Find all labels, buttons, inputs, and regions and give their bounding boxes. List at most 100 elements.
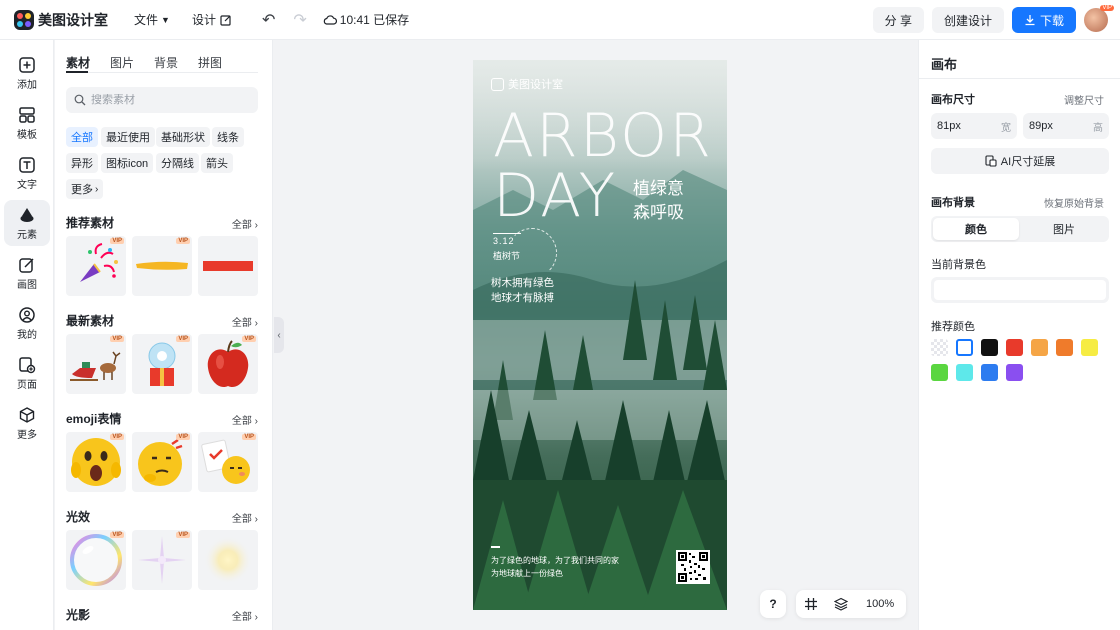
chip-basic-shapes[interactable]: 基础形状: [156, 127, 210, 147]
rail-item-mine[interactable]: 我的: [4, 300, 50, 346]
chip-arrows[interactable]: 箭头: [201, 153, 233, 173]
plus-square-icon: [19, 56, 35, 73]
rail-label: 添加: [17, 79, 37, 91]
restore-bg-link[interactable]: 恢复原始背景: [1044, 195, 1104, 210]
chip-irregular[interactable]: 异形: [66, 153, 98, 173]
poster-title-arbor[interactable]: ARBOR: [493, 106, 713, 166]
tab-collage[interactable]: 拼图: [198, 54, 222, 71]
search-box[interactable]: [66, 87, 258, 113]
help-icon: ?: [769, 597, 777, 611]
material-thumb[interactable]: VIP: [66, 530, 126, 590]
material-thumb[interactable]: VIP: [66, 236, 126, 296]
share-button[interactable]: 分 享: [872, 7, 924, 33]
material-thumb[interactable]: [198, 236, 258, 296]
yellow-brush-stroke: [136, 261, 188, 270]
chip-recent[interactable]: 最近使用: [101, 127, 155, 147]
swatch-red[interactable]: [1006, 339, 1023, 356]
swatch-yellow[interactable]: [1081, 339, 1098, 356]
zoom-level[interactable]: 100%: [866, 598, 894, 610]
swatch-transparent[interactable]: [931, 339, 948, 356]
canvas-workspace[interactable]: ‹ 美图设计室 ARBOR DAY 植绿意 森呼吸 3.12 植树节 树木拥有绿…: [274, 40, 918, 630]
material-thumb[interactable]: VIP: [198, 432, 258, 492]
rail-label: 我的: [17, 329, 37, 341]
material-thumb[interactable]: [198, 530, 258, 590]
chip-lines[interactable]: 线条: [212, 127, 244, 147]
chip-dividers[interactable]: 分隔线: [156, 153, 199, 173]
swatch-orange[interactable]: [1056, 339, 1073, 356]
tab-images[interactable]: 图片: [110, 54, 134, 71]
swatch-white[interactable]: [956, 339, 973, 356]
file-menu[interactable]: 文件 ▼: [134, 11, 170, 28]
material-thumb[interactable]: VIP: [132, 236, 192, 296]
poster-cn-line1[interactable]: 植绿意: [633, 174, 684, 199]
resize-link[interactable]: 调整尺寸: [1064, 92, 1104, 107]
width-field[interactable]: 81px 宽: [931, 113, 1017, 139]
material-thumb[interactable]: VIP: [132, 432, 192, 492]
height-unit: 高: [1093, 122, 1103, 134]
chip-icons[interactable]: 图标icon: [101, 153, 154, 173]
file-menu-label: 文件: [134, 13, 159, 27]
material-thumb[interactable]: VIP: [132, 334, 192, 394]
swatch-green[interactable]: [931, 364, 948, 381]
tab-materials[interactable]: 素材: [66, 54, 90, 71]
swatch-purple[interactable]: [1006, 364, 1023, 381]
chip-all[interactable]: 全部: [66, 127, 98, 147]
panel-title: 画布: [931, 57, 958, 72]
height-field[interactable]: 89px 高: [1023, 113, 1109, 139]
poster-title-day[interactable]: DAY: [493, 166, 617, 226]
section-all-link[interactable]: 全部 ›: [232, 314, 258, 329]
user-avatar[interactable]: VIP: [1084, 5, 1114, 32]
current-bg-swatch: [934, 280, 1106, 300]
design-menu[interactable]: 设计: [192, 11, 232, 28]
rail-item-text[interactable]: 文字: [4, 150, 50, 196]
material-thumb[interactable]: VIP: [132, 530, 192, 590]
red-bar: [203, 261, 253, 271]
poster-footer-dash: [491, 546, 500, 548]
rail-item-page[interactable]: 页面: [4, 350, 50, 396]
app-logo[interactable]: 美图设计室: [14, 9, 108, 30]
tab-backgrounds[interactable]: 背景: [154, 54, 178, 71]
search-icon: [74, 94, 86, 106]
yellow-glow: [204, 536, 252, 584]
vip-badge: VIP: [110, 336, 124, 342]
redo-icon[interactable]: ↷: [293, 10, 306, 30]
material-thumb[interactable]: VIP: [66, 334, 126, 394]
swatch-black[interactable]: [981, 339, 998, 356]
section-all-link[interactable]: 全部 ›: [232, 608, 258, 623]
section-all-link[interactable]: 全部 ›: [232, 412, 258, 427]
material-thumb[interactable]: VIP: [66, 432, 126, 492]
pen-edit-icon: [19, 257, 34, 273]
rail-item-add[interactable]: 添加: [4, 50, 50, 96]
poster-footer[interactable]: 为了绿色的地球，为了我们共同的家 为地球献上一份绿色: [491, 554, 619, 580]
poster-slogan[interactable]: 树木拥有绿色 地球才有脉搏: [491, 276, 554, 306]
create-design-button[interactable]: 创建设计: [931, 7, 1004, 33]
poster-brand[interactable]: 美图设计室: [491, 76, 563, 92]
canvas-size-label: 画布尺寸: [931, 94, 975, 106]
swatch-light-orange[interactable]: [1031, 339, 1048, 356]
undo-icon[interactable]: ↶: [262, 10, 275, 30]
rail-item-more[interactable]: 更多: [4, 400, 50, 446]
swatch-cyan[interactable]: [956, 364, 973, 381]
rail-item-draw[interactable]: 画图: [4, 250, 50, 296]
section-all-link[interactable]: 全部 ›: [232, 510, 258, 525]
material-thumb[interactable]: VIP: [198, 334, 258, 394]
rail-item-template[interactable]: 模板: [4, 100, 50, 146]
poster-cn-line2[interactable]: 森呼吸: [633, 198, 684, 223]
seg-image[interactable]: 图片: [1021, 218, 1107, 240]
chip-more[interactable]: 更多 ›: [66, 179, 104, 199]
grid-icon[interactable]: [804, 597, 818, 611]
qr-code[interactable]: [676, 550, 710, 584]
search-input[interactable]: [91, 94, 251, 106]
current-bg-color[interactable]: [931, 277, 1109, 303]
layers-icon[interactable]: [834, 597, 848, 611]
help-button[interactable]: ?: [760, 590, 786, 618]
swatch-blue[interactable]: [981, 364, 998, 381]
download-button[interactable]: 下载: [1011, 7, 1076, 33]
poster-footer-line1: 为了绿色的地球，为了我们共同的家: [491, 556, 619, 565]
rail-item-elements[interactable]: 元素: [4, 200, 50, 246]
collapse-panel-button[interactable]: ‹: [274, 317, 284, 353]
ai-extend-button[interactable]: AI尺寸延展: [931, 148, 1109, 174]
seg-color[interactable]: 颜色: [933, 218, 1019, 240]
poster-canvas[interactable]: 美图设计室 ARBOR DAY 植绿意 森呼吸 3.12 植树节 树木拥有绿色 …: [473, 60, 727, 610]
section-all-link[interactable]: 全部 ›: [232, 216, 258, 231]
